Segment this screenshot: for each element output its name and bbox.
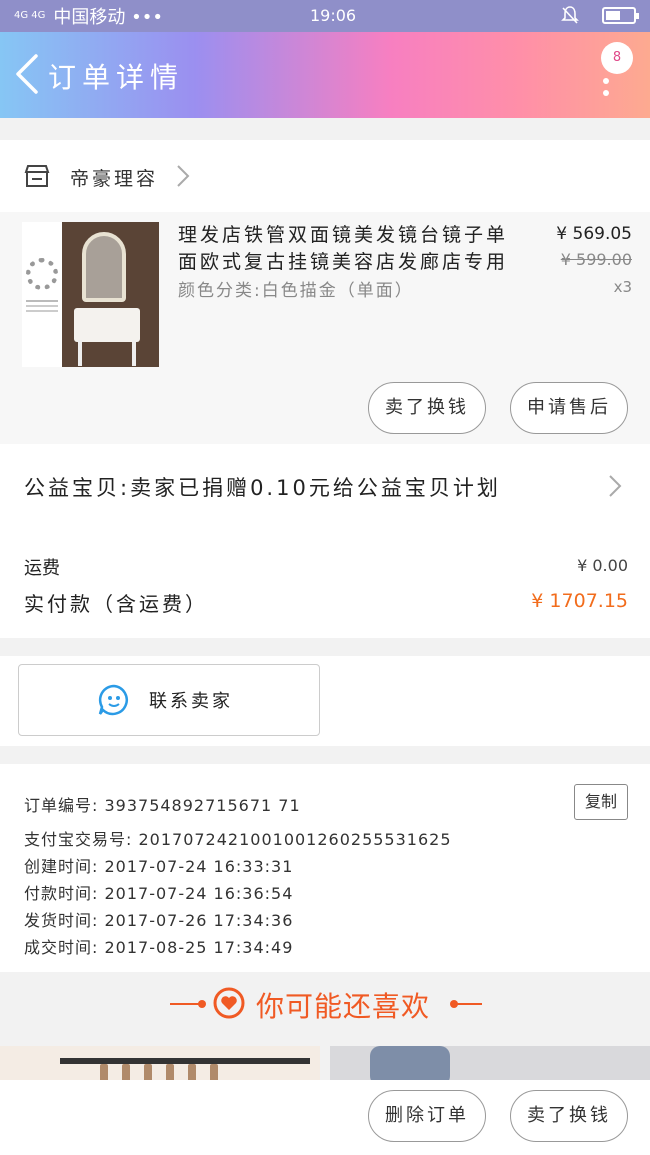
heart-icon	[213, 987, 245, 1019]
store-row[interactable]: 帝豪理容	[0, 140, 650, 212]
sell-again-button[interactable]: 卖了换钱	[368, 382, 486, 434]
shipped-time: 发货时间: 2017-07-26 17:34:36	[24, 911, 294, 930]
contact-seller-label: 联系卖家	[149, 691, 233, 712]
contact-seller-button[interactable]: 联系卖家	[18, 664, 320, 736]
chat-face-icon	[98, 684, 128, 716]
after-sale-button[interactable]: 申请售后	[510, 382, 628, 434]
contact-section: 联系卖家	[0, 656, 650, 746]
copy-button[interactable]: 复制	[574, 784, 628, 820]
completed-time: 成交时间: 2017-08-25 17:34:49	[24, 938, 294, 957]
paid-value: ¥ 1707.15	[531, 590, 628, 612]
paid-time: 付款时间: 2017-07-24 16:36:54	[24, 884, 294, 903]
product-thumbnail[interactable]	[22, 222, 159, 367]
order-number: 订单编号: 393754892715671 71	[24, 796, 301, 815]
product-original-price: ¥ 599.00	[560, 250, 632, 269]
recommend-header: 你可能还喜欢	[0, 972, 650, 1036]
status-bar: 4G 4G 中国移动 ••• 19:06	[0, 0, 650, 32]
charity-text: 公益宝贝:卖家已捐赠0.10元给公益宝贝计划	[24, 476, 501, 500]
product-title[interactable]: 理发店铁管双面镜美发镜台镜子单面欧式复古挂镜美容店发廊店专用	[178, 222, 518, 276]
shop-icon	[24, 165, 50, 187]
product-item[interactable]: 理发店铁管双面镜美发镜台镜子单面欧式复古挂镜美容店发廊店专用 颜色分类:白色描金…	[0, 212, 650, 444]
alipay-trade-number: 支付宝交易号: 2017072421001001260255531625	[24, 830, 452, 849]
status-time: 19:06	[310, 6, 357, 25]
sell-again-bottom-button[interactable]: 卖了换钱	[510, 1090, 628, 1142]
mute-bell-icon	[561, 6, 579, 24]
store-name: 帝豪理容	[70, 168, 159, 190]
bottom-action-bar: 删除订单 卖了换钱	[0, 1080, 650, 1155]
battery-icon	[602, 6, 639, 24]
created-time: 创建时间: 2017-07-24 16:33:31	[24, 857, 294, 876]
shipping-label: 运费	[24, 558, 60, 579]
message-badge[interactable]: 8	[601, 42, 633, 74]
back-arrow-icon[interactable]	[10, 50, 46, 98]
product-spec: 颜色分类:白色描金（单面）	[178, 281, 414, 301]
charity-row[interactable]: 公益宝贝:卖家已捐赠0.10元给公益宝贝计划	[0, 444, 650, 526]
delete-order-button[interactable]: 删除订单	[368, 1090, 486, 1142]
status-icons	[560, 5, 639, 25]
more-dots-icon[interactable]	[603, 78, 609, 96]
chevron-right-icon	[609, 475, 622, 497]
paid-label: 实付款（含运费）	[24, 592, 208, 616]
order-info: 订单编号: 393754892715671 71 复制 支付宝交易号: 2017…	[0, 764, 650, 972]
product-price: ¥ 569.05	[556, 224, 632, 244]
recommend-title: 你可能还喜欢	[256, 990, 431, 1023]
chevron-right-icon	[177, 165, 190, 187]
signal-indicator: 4G 4G	[14, 10, 46, 21]
carrier-info: 4G 4G 中国移动 •••	[14, 3, 163, 29]
fee-summary: 运费 ¥ 0.00 实付款（含运费） ¥ 1707.15	[0, 526, 650, 638]
app-header: 订单详情 8	[0, 32, 650, 118]
page-title: 订单详情	[48, 61, 185, 94]
product-quantity: x3	[613, 278, 632, 296]
carrier-name: 中国移动 •••	[53, 7, 163, 28]
shipping-value: ¥ 0.00	[577, 556, 628, 575]
